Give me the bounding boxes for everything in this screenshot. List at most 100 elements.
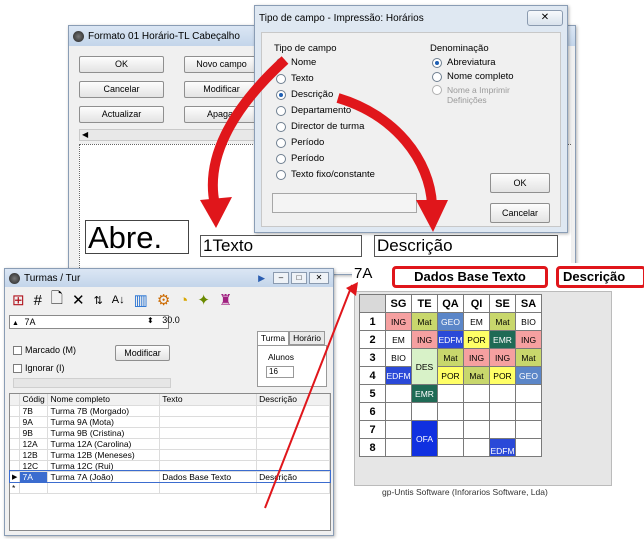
tab-turma[interactable]: Turma <box>257 331 289 345</box>
lesson-cell[interactable] <box>385 402 412 421</box>
close-icon[interactable]: ✕ <box>309 272 329 284</box>
marcado-checkbox[interactable]: Marcado (M) <box>13 345 76 356</box>
paint-icon[interactable]: ♜ <box>219 291 232 309</box>
lesson-cell[interactable] <box>385 384 412 403</box>
sort-icon[interactable]: ⇅ <box>94 294 103 307</box>
lesson-cell[interactable]: Mat <box>489 312 516 331</box>
ignorar-checkbox[interactable]: Ignorar (I) <box>13 363 65 374</box>
alunos-input[interactable]: 16 <box>266 366 294 378</box>
tipo-option-director[interactable]: Director de turma <box>276 121 364 132</box>
lesson-cell[interactable] <box>515 384 542 403</box>
table-row[interactable]: 9A Turma 9A (Mota) <box>10 416 330 428</box>
clock-icon[interactable]: ◔ <box>179 292 188 309</box>
lesson-cell[interactable]: ING <box>411 330 438 349</box>
cancelar-button[interactable]: Cancelar <box>79 81 164 98</box>
lesson-cell[interactable]: ING <box>489 348 516 367</box>
tab-horario[interactable]: Horário <box>289 331 325 345</box>
tipo-option-periodo-1[interactable]: Período <box>276 137 324 148</box>
tipo-option-texto[interactable]: Texto <box>276 73 314 84</box>
new-document-icon[interactable]: 🗋 <box>51 288 63 313</box>
lesson-cell[interactable] <box>385 420 412 439</box>
lesson-cell[interactable] <box>489 384 516 403</box>
ok-button[interactable]: OK <box>79 56 164 73</box>
lesson-cell[interactable]: POR <box>489 366 516 385</box>
columns-icon[interactable]: ▥ <box>134 291 148 309</box>
lesson-cell[interactable]: GEO <box>515 366 542 385</box>
table-row[interactable]: 7B Turma 7B (Morgado) <box>10 405 330 417</box>
class-select[interactable]: ▲ 7A <box>9 315 169 329</box>
lesson-cell[interactable] <box>463 402 490 421</box>
tipo-option-periodo-2[interactable]: Período <box>276 153 324 164</box>
descricao-field[interactable]: Descrição <box>374 235 558 257</box>
column-header-texto[interactable]: Texto <box>159 394 258 406</box>
minimize-icon[interactable]: – <box>273 272 289 284</box>
lesson-cell[interactable]: Mat <box>437 348 464 367</box>
lesson-cell[interactable]: EDFM <box>489 438 516 457</box>
lesson-cell[interactable]: EDFM <box>385 366 412 385</box>
lesson-cell[interactable]: Mat <box>411 312 438 331</box>
lesson-cell[interactable] <box>489 420 516 439</box>
lesson-cell[interactable]: DES <box>411 348 438 385</box>
apagar-button[interactable]: Apagar <box>184 106 259 123</box>
lesson-cell[interactable] <box>463 420 490 439</box>
table-row[interactable]: 12C Turma 12C (Rui) <box>10 460 330 472</box>
lesson-cell[interactable]: ING <box>463 348 490 367</box>
lesson-cell[interactable]: EMR <box>489 330 516 349</box>
lesson-cell[interactable]: OFA <box>411 420 438 457</box>
dialog-cancel-button[interactable]: Cancelar <box>490 203 550 223</box>
modificar-turma-button[interactable]: Modificar <box>115 345 170 361</box>
number-spinner[interactable]: ⬍ 30.0 <box>147 315 180 325</box>
lesson-cell[interactable]: POR <box>463 330 490 349</box>
lesson-cell[interactable]: EM <box>463 312 490 331</box>
lesson-cell[interactable] <box>463 438 490 457</box>
hash-icon[interactable]: # <box>34 292 42 309</box>
tipo-option-texto-fixo[interactable]: Texto fixo/constante <box>276 169 375 180</box>
novo-campo-button[interactable]: Novo campo <box>184 56 259 73</box>
lesson-cell[interactable]: EDFM <box>437 330 464 349</box>
tipo-option-departamento[interactable]: Departamento <box>276 105 351 116</box>
horizontal-scrollbar[interactable]: ◀ <box>79 129 259 141</box>
lesson-cell[interactable]: BIO <box>515 312 542 331</box>
lesson-cell[interactable]: Mat <box>463 366 490 385</box>
lesson-cell[interactable] <box>437 438 464 457</box>
tools-icon[interactable]: ⚙ <box>157 291 170 309</box>
dialog-ok-button[interactable]: OK <box>490 173 550 193</box>
denominacao-option-abreviatura[interactable]: Abreviatura <box>432 57 496 68</box>
actualizar-button[interactable]: Actualizar <box>79 106 164 123</box>
texto-field[interactable]: 1Texto <box>200 235 362 257</box>
lesson-cell[interactable]: Mat <box>515 348 542 367</box>
lesson-cell[interactable]: POR <box>437 366 464 385</box>
tipo-option-nome[interactable]: Nome <box>276 57 316 68</box>
table-row[interactable]: 9B Turma 9B (Cristina) <box>10 427 330 439</box>
wizard-icon[interactable]: ✦ <box>197 291 210 309</box>
grid-icon[interactable]: ⊞ <box>12 291 25 309</box>
table-row[interactable]: 12B Turma 12B (Meneses) <box>10 449 330 461</box>
column-header-nome[interactable]: Nome completo <box>47 394 161 406</box>
denominacao-option-nome-completo[interactable]: Nome completo <box>432 71 514 82</box>
scroll-left-icon[interactable]: ◀ <box>82 130 88 139</box>
lesson-cell[interactable] <box>515 402 542 421</box>
lesson-cell[interactable]: EMR <box>411 384 438 403</box>
spinner-icon[interactable]: ⬍ <box>147 316 154 325</box>
lesson-cell[interactable] <box>515 438 542 457</box>
play-icon[interactable]: ▶ <box>258 273 265 284</box>
lesson-cell[interactable] <box>411 402 438 421</box>
maximize-icon[interactable]: □ <box>291 272 307 284</box>
table-row-new[interactable]: * <box>10 482 330 494</box>
lesson-cell[interactable] <box>463 384 490 403</box>
column-header-codigo[interactable]: Códig <box>19 394 49 406</box>
lesson-cell[interactable]: BIO <box>385 348 412 367</box>
table-row-selected[interactable]: ▶ 7A Turma 7A (João) Dados Base Texto De… <box>9 470 331 483</box>
sort-alpha-icon[interactable]: A↓ <box>112 294 125 306</box>
lesson-cell[interactable]: EM <box>385 330 412 349</box>
tipo-option-descricao[interactable]: Descrição <box>276 89 333 100</box>
lesson-cell[interactable] <box>437 402 464 421</box>
close-icon[interactable]: ✕ <box>527 10 563 26</box>
lesson-cell[interactable]: GEO <box>437 312 464 331</box>
lesson-cell[interactable] <box>489 402 516 421</box>
lesson-cell[interactable]: ING <box>515 330 542 349</box>
texto-fixo-input[interactable] <box>272 193 417 213</box>
column-header-descricao[interactable]: Descrição <box>256 394 330 406</box>
lesson-cell[interactable] <box>437 384 464 403</box>
lesson-cell[interactable] <box>515 420 542 439</box>
